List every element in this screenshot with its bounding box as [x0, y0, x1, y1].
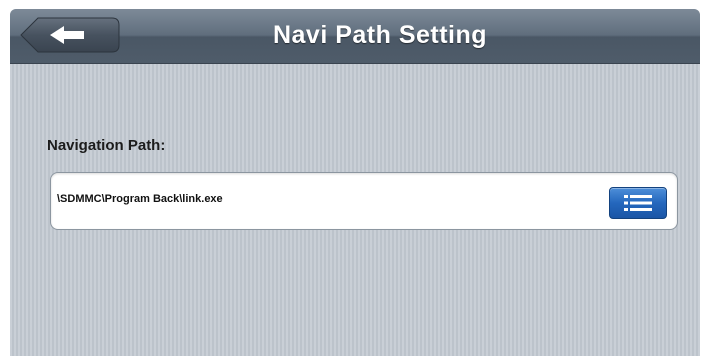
navi-path-setting-screen: Navi Path Setting Navigation Path: \SDMM… — [10, 9, 700, 356]
navigation-path-field[interactable]: \SDMMC\Program Back\link.exe — [50, 172, 678, 230]
navigation-path-value[interactable]: \SDMMC\Program Back\link.exe — [57, 193, 223, 205]
navigation-path-label: Navigation Path: — [47, 137, 166, 154]
back-button[interactable] — [20, 17, 120, 53]
page-title: Navi Path Setting — [272, 21, 488, 49]
title-bar: Navi Path Setting — [10, 9, 700, 64]
browse-button[interactable] — [609, 187, 667, 219]
list-icon — [624, 195, 652, 211]
